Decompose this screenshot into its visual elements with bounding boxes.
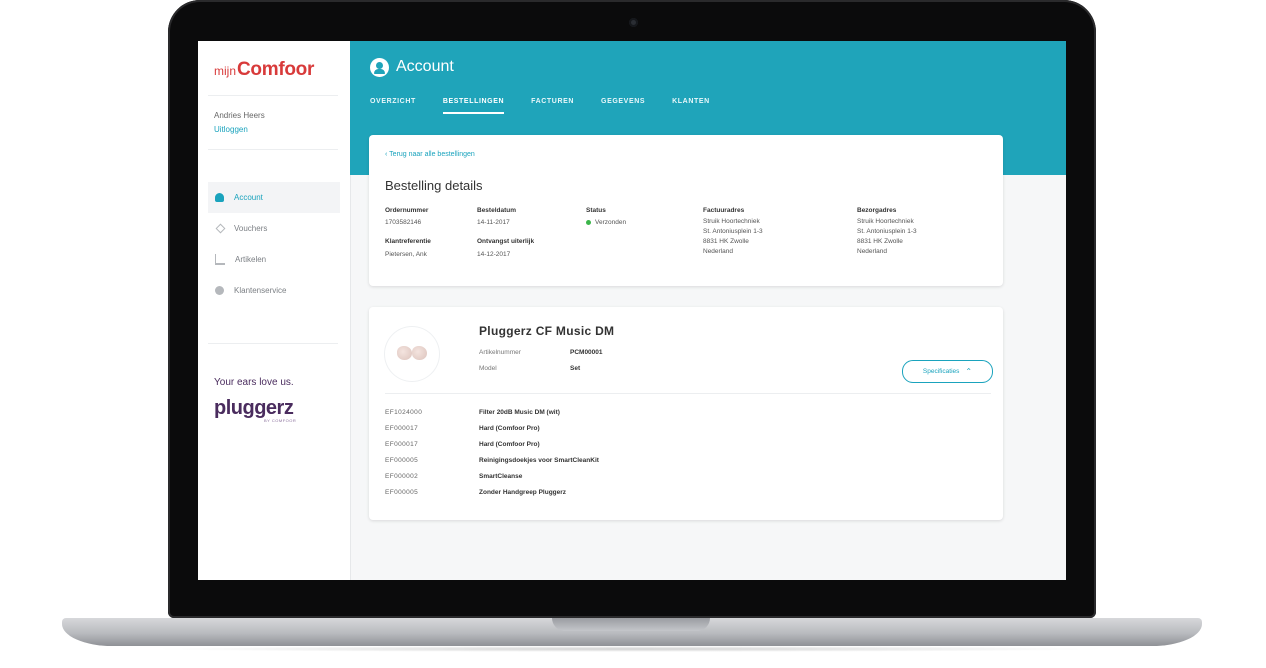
order-date: 14-11-2017	[477, 219, 510, 226]
list-item: EF1024000 Filter 20dB Music DM (wit)	[385, 409, 991, 425]
list-item: EF000017 Hard (Comfoor Pro)	[385, 441, 991, 457]
sidebar-item-klantenservice[interactable]: Klantenservice	[208, 275, 340, 306]
cart-icon	[215, 254, 225, 265]
sidebar-item-vouchers[interactable]: Vouchers	[208, 213, 340, 244]
chevron-left-icon: ‹	[385, 151, 388, 158]
product-card: Pluggerz CF Music DM Artikelnummer PCM00…	[369, 307, 1003, 520]
logo-prefix: mijn	[214, 64, 237, 78]
item-code: EF000017	[385, 441, 419, 448]
address-line: St. Antoniusplein 1-3	[703, 228, 763, 235]
billing-address: Struik Hoortechniek St. Antoniusplein 1-…	[703, 217, 763, 257]
tagline: Your ears love us.	[214, 377, 294, 388]
status-text: Verzonden	[595, 219, 627, 226]
status-label: Status	[586, 207, 606, 214]
item-code: EF000005	[385, 457, 419, 464]
address-line: 8831 HK Zwolle	[703, 238, 749, 245]
address-line: Struik Hoortechniek	[857, 218, 914, 225]
pluggerz-logo-sub: BY COMFOOR	[264, 418, 297, 423]
expected-date-label: Ontvangst uiterlijk	[477, 238, 535, 245]
item-description: Reinigingsdoekjes voor SmartCleanKit	[479, 457, 599, 464]
earplug-image	[412, 346, 427, 360]
product-title: Pluggerz CF Music DM	[479, 324, 615, 338]
article-number-label: Artikelnummer	[479, 349, 521, 356]
order-number: 1703582146	[385, 219, 422, 226]
help-icon	[215, 286, 224, 295]
model-label: Model	[479, 365, 497, 372]
specifications-button-label: Specificaties	[922, 368, 960, 375]
tab-klanten[interactable]: KLANTEN	[672, 98, 710, 114]
pluggerz-logo[interactable]: pluggerz	[214, 397, 294, 420]
sidebar: mijnComfoor Andries Heers Uitloggen Acco…	[198, 41, 351, 580]
address-line: Nederland	[703, 248, 733, 255]
divider	[208, 149, 338, 150]
sidebar-item-artikelen[interactable]: Artikelen	[208, 244, 340, 275]
order-details-card: ‹ Terug naar alle bestellingen Bestellin…	[369, 135, 1003, 286]
order-date-label: Besteldatum	[477, 207, 517, 214]
item-code: EF000017	[385, 425, 419, 432]
model-value: Set	[570, 365, 581, 372]
list-item: EF000002 SmartCleanse	[385, 473, 991, 489]
item-description: SmartCleanse	[479, 473, 523, 480]
laptop-shadow	[150, 646, 1110, 652]
tab-gegevens[interactable]: GEGEVENS	[601, 98, 645, 114]
product-image	[385, 327, 439, 381]
tag-icon	[215, 223, 226, 234]
divider	[385, 393, 991, 394]
earplug-image	[397, 346, 412, 360]
divider	[208, 343, 338, 344]
order-number-label: Ordernummer	[385, 207, 429, 214]
item-description: Hard (Comfoor Pro)	[479, 441, 540, 448]
logo-main: Comfoor	[237, 59, 315, 80]
laptop-notch	[552, 618, 710, 631]
shipping-address-label: Bezorgadres	[857, 207, 897, 214]
list-item: EF000005 Reinigingsdoekjes voor SmartCle…	[385, 457, 991, 473]
divider	[208, 95, 338, 96]
tab-overzicht[interactable]: OVERZICHT	[370, 98, 416, 114]
expected-date: 14-12-2017	[477, 251, 511, 258]
address-line: 8831 HK Zwolle	[857, 238, 903, 245]
screen: mijnComfoor Andries Heers Uitloggen Acco…	[198, 41, 1066, 580]
sidebar-nav: Account Vouchers Artikelen Klantenservic…	[208, 182, 340, 306]
status-dot-icon	[586, 219, 591, 225]
logout-link[interactable]: Uitloggen	[214, 125, 248, 134]
item-code: EF000005	[385, 489, 419, 496]
sidebar-item-label: Klantenservice	[234, 286, 287, 295]
address-line: St. Antoniusplein 1-3	[857, 228, 917, 235]
item-description: Hard (Comfoor Pro)	[479, 425, 540, 432]
customer-ref: Pietersen, Ank	[385, 251, 427, 258]
tab-bestellingen[interactable]: BESTELLINGEN	[442, 98, 505, 114]
page-title: Account	[396, 58, 454, 75]
status-badge: Verzonden	[586, 219, 626, 226]
account-icon	[370, 58, 389, 77]
item-code: EF000002	[385, 473, 419, 480]
address-line: Struik Hoortechniek	[703, 218, 760, 225]
list-item: EF000005 Zonder Handgreep Pluggerz	[385, 489, 991, 505]
sidebar-item-account[interactable]: Account	[208, 182, 340, 213]
back-link-label: Terug naar alle bestellingen	[389, 151, 475, 158]
user-name: Andries Heers	[214, 111, 265, 120]
sidebar-item-label: Vouchers	[234, 224, 268, 233]
customer-ref-label: Klantreferentie	[385, 238, 431, 245]
chevron-up-icon: ⌃	[965, 367, 973, 376]
card-title: Bestelling details	[385, 178, 483, 193]
list-item: EF000017 Hard (Comfoor Pro)	[385, 425, 991, 441]
user-icon	[215, 193, 224, 202]
sidebar-item-label: Artikelen	[235, 255, 267, 264]
tab-facturen[interactable]: FACTUREN	[531, 98, 574, 114]
item-description: Filter 20dB Music DM (wit)	[479, 409, 560, 416]
item-code: EF1024000	[385, 409, 423, 416]
back-link[interactable]: ‹ Terug naar alle bestellingen	[385, 151, 475, 158]
shipping-address: Struik Hoortechniek St. Antoniusplein 1-…	[857, 217, 917, 257]
specifications-button[interactable]: Specificaties ⌃	[902, 360, 993, 383]
address-line: Nederland	[857, 248, 887, 255]
article-number: PCM00001	[570, 349, 603, 356]
logo[interactable]: mijnComfoor	[214, 59, 314, 81]
billing-address-label: Factuuradres	[703, 207, 745, 214]
tab-bar: OVERZICHT BESTELLINGEN FACTUREN GEGEVENS…	[370, 98, 737, 114]
camera	[629, 18, 638, 27]
sidebar-item-label: Account	[234, 193, 263, 202]
item-description: Zonder Handgreep Pluggerz	[479, 489, 567, 496]
